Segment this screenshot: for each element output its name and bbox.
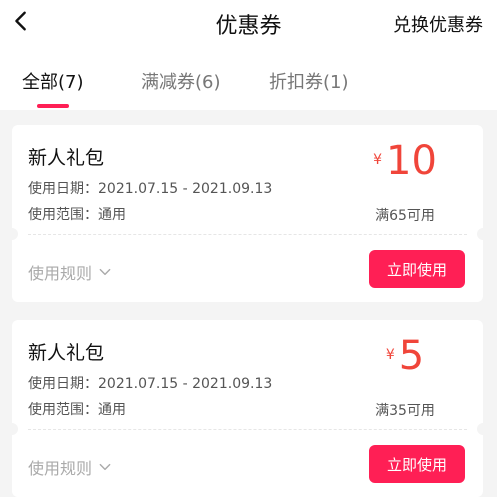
currency-symbol: ¥ bbox=[385, 347, 395, 363]
coupon-scope: 使用范围：通用 bbox=[28, 402, 126, 418]
coupon-price: ¥5 bbox=[345, 336, 465, 376]
card-notch bbox=[6, 228, 18, 240]
tab-active-indicator bbox=[37, 104, 69, 108]
usage-rules-label: 使用规则 bbox=[28, 459, 93, 478]
card-divider bbox=[28, 234, 467, 235]
coupon-date: 使用日期：2021.07.15 - 2021.09.13 bbox=[28, 376, 273, 392]
card-notch bbox=[477, 423, 489, 435]
tab-full-reduction[interactable]: 满减券(6) bbox=[141, 68, 221, 94]
tab-all[interactable]: 全部(7) bbox=[22, 68, 84, 94]
coupon-scope: 使用范围：通用 bbox=[28, 207, 126, 223]
usage-rules-toggle[interactable]: 使用规则 bbox=[28, 455, 112, 479]
coupon-condition: 满65可用 bbox=[375, 208, 435, 224]
coupon-name: 新人礼包 bbox=[28, 342, 105, 364]
chevron-down-icon bbox=[99, 268, 111, 276]
use-now-button[interactable]: 立即使用 bbox=[369, 445, 465, 483]
card-notch bbox=[477, 228, 489, 240]
coupon-amount: 10 bbox=[386, 138, 437, 184]
coupon-date: 使用日期：2021.07.15 - 2021.09.13 bbox=[28, 181, 273, 197]
coupon-condition: 满35可用 bbox=[375, 403, 435, 419]
exchange-coupon-link[interactable]: 兑换优惠券 bbox=[393, 11, 483, 37]
currency-symbol: ¥ bbox=[373, 152, 382, 168]
usage-rules-label: 使用规则 bbox=[28, 264, 93, 283]
tab-bar: 全部(7) 满减券(6) 折扣券(1) bbox=[0, 64, 497, 110]
card-divider bbox=[28, 429, 467, 430]
card-notch bbox=[6, 423, 18, 435]
coupon-name: 新人礼包 bbox=[28, 147, 105, 169]
coupon-card: 新人礼包 使用日期：2021.07.15 - 2021.09.13 使用范围：通… bbox=[6, 125, 489, 302]
coupon-price: ¥10 bbox=[345, 141, 465, 181]
coupon-card: 新人礼包 使用日期：2021.07.15 - 2021.09.13 使用范围：通… bbox=[6, 320, 489, 497]
use-now-button[interactable]: 立即使用 bbox=[369, 250, 465, 288]
coupon-amount: 5 bbox=[398, 333, 425, 379]
chevron-down-icon bbox=[99, 463, 111, 471]
usage-rules-toggle[interactable]: 使用规则 bbox=[28, 260, 112, 284]
tab-percent-discount[interactable]: 折扣券(1) bbox=[269, 68, 349, 94]
header: 优惠券 兑换优惠券 全部(7) 满减券(6) 折扣券(1) bbox=[0, 0, 497, 110]
